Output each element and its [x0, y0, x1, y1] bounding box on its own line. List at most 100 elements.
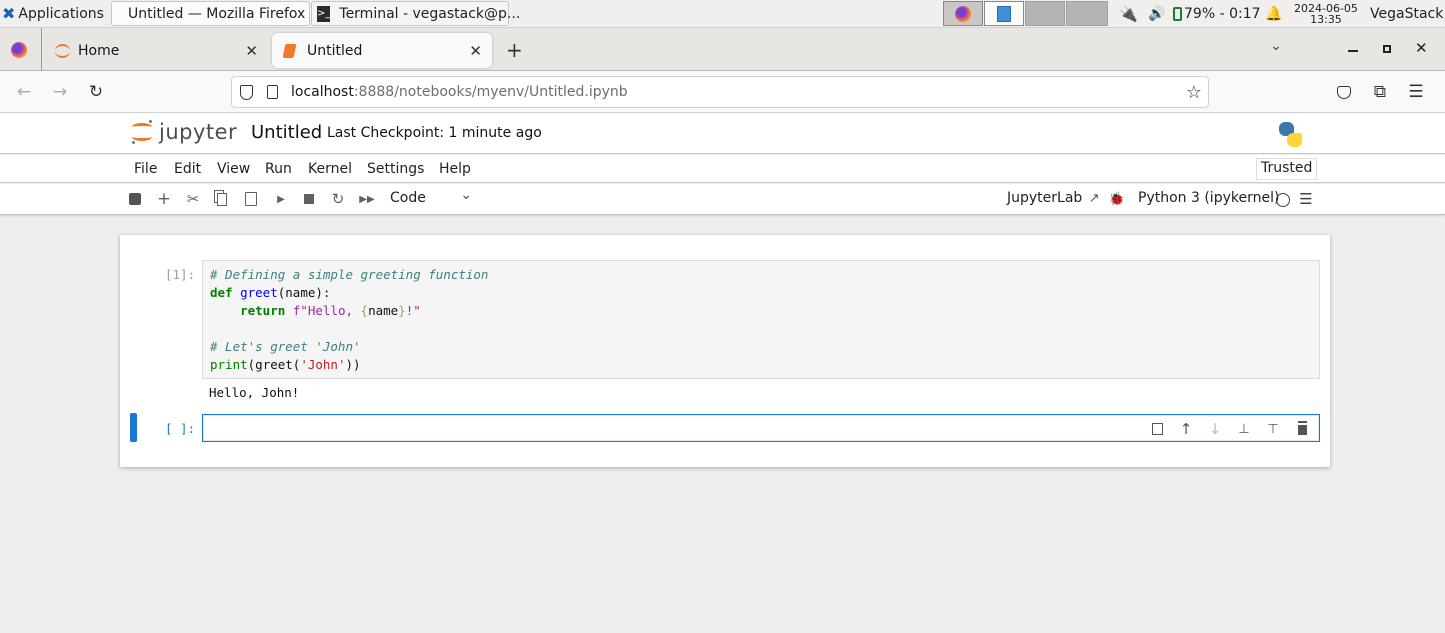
minimize-icon[interactable] [1348, 50, 1358, 52]
reload-icon[interactable]: ↻ [85, 81, 107, 103]
url-text[interactable]: localhost:8888/notebooks/myenv/Untitled.… [291, 84, 628, 100]
xfce-logo-icon: ✖ [2, 4, 16, 23]
restart-run-all-icon[interactable]: ▶▶ [359, 191, 375, 207]
code-token: (name): [277, 285, 331, 300]
menu-settings[interactable]: Settings [367, 161, 424, 177]
copy-icon[interactable] [214, 191, 230, 207]
clock-date: 2024-06-05 [1294, 1, 1358, 15]
chevron-down-icon: ⌄ [460, 187, 472, 203]
bookmark-star-icon[interactable]: ☆ [1186, 82, 1202, 103]
code-editor[interactable]: ↑ ↓ ⊥ ⊤ [202, 414, 1320, 442]
clock-time: 13:35 [1310, 12, 1342, 26]
notebook-icon [282, 43, 297, 58]
external-link-icon: ↗ [1088, 191, 1100, 206]
task-terminal[interactable]: >_ Terminal - vegastack@p... [311, 1, 520, 26]
menu-edit[interactable]: Edit [174, 161, 201, 177]
paste-icon[interactable] [243, 191, 259, 207]
code-editor[interactable]: # Defining a simple greeting function de… [202, 260, 1320, 379]
stop-icon[interactable] [301, 191, 317, 207]
add-cell-icon[interactable]: + [156, 189, 172, 209]
menu-kernel[interactable]: Kernel [308, 161, 352, 177]
page-icon[interactable] [267, 85, 278, 99]
restart-icon[interactable]: ↻ [330, 190, 346, 208]
menu-file[interactable]: File [134, 161, 157, 177]
jupyter-logo[interactable]: jupyter [131, 120, 237, 144]
code-line: print(greet('John')) [210, 357, 361, 372]
task-firefox[interactable]: Untitled — Mozilla Firefox [111, 1, 310, 26]
trusted-indicator[interactable]: Trusted [1256, 158, 1318, 180]
browser-tab-strip: Home ✕ Untitled ✕ + ⌄ ✕ [0, 28, 1445, 71]
save-icon[interactable] [127, 191, 143, 207]
terminal-icon: >_ [317, 5, 331, 22]
workspace-3[interactable] [1025, 1, 1065, 26]
execution-count-prompt: [1]: [165, 267, 196, 282]
insert-below-icon[interactable]: ⊤ [1265, 421, 1281, 437]
workspace-2[interactable] [984, 1, 1024, 26]
battery-indicator[interactable]: 79% - 0:17 [1173, 1, 1261, 26]
document-icon [997, 6, 1011, 22]
code-line: # Defining a simple greeting function [210, 267, 489, 282]
jupyter-logo-text: jupyter [159, 120, 238, 144]
execution-count-prompt: [ ]: [165, 421, 196, 436]
pocket-icon[interactable] [1333, 81, 1355, 103]
move-up-icon[interactable]: ↑ [1178, 420, 1194, 438]
forward-icon[interactable]: → [49, 81, 71, 103]
tab-home[interactable]: Home ✕ [44, 33, 268, 68]
list-all-tabs-icon[interactable]: ⌄ [1270, 38, 1282, 54]
close-window-icon[interactable]: ✕ [1415, 39, 1428, 57]
workspace-4[interactable] [1066, 1, 1108, 26]
firefox-icon [955, 6, 971, 22]
duplicate-cell-icon[interactable] [1149, 421, 1165, 437]
new-tab-icon[interactable]: + [506, 38, 523, 62]
volume-icon[interactable]: 🔊 [1148, 1, 1165, 26]
code-line: def greet(name): [210, 285, 330, 300]
kernel-menu-icon[interactable]: ☰ [1298, 190, 1314, 208]
jupyter-icon [55, 43, 70, 58]
battery-icon [1173, 6, 1182, 21]
clock[interactable]: 2024-06-05 13:35 [1294, 1, 1358, 26]
close-tab-icon[interactable]: ✕ [469, 42, 482, 60]
shield-icon[interactable] [240, 84, 253, 100]
cut-icon[interactable]: ✂ [185, 190, 201, 208]
jupyter-logo-icon [131, 120, 153, 144]
menu-help[interactable]: Help [439, 161, 471, 177]
close-tab-icon[interactable]: ✕ [245, 42, 258, 60]
menu-view[interactable]: View [217, 161, 250, 177]
firefox-view-icon[interactable] [11, 42, 27, 58]
kernel-name[interactable]: Python 3 (ipykernel) [1138, 190, 1279, 206]
tab-untitled[interactable]: Untitled ✕ [272, 33, 492, 68]
insert-above-icon[interactable]: ⊥ [1236, 421, 1252, 437]
applications-menu[interactable]: ✖ Applications ⋮ [2, 1, 121, 26]
maximize-icon[interactable] [1383, 45, 1391, 53]
app-menu-icon[interactable]: ☰ [1405, 81, 1427, 103]
back-icon[interactable]: ← [13, 81, 35, 103]
cell-type-select[interactable]: Code ⌄ [390, 187, 474, 210]
brace: { [360, 303, 369, 318]
user-menu[interactable]: VegaStack [1370, 1, 1443, 26]
code-token: )) [345, 357, 361, 372]
builtin: print [210, 357, 248, 372]
delete-cell-icon[interactable] [1294, 421, 1310, 437]
url-bar[interactable]: localhost:8888/notebooks/myenv/Untitled.… [231, 76, 1209, 108]
debugger-bug-icon[interactable]: 🐞 [1109, 191, 1125, 207]
active-cell-indicator [130, 413, 137, 442]
notification-bell-icon[interactable]: 🔔 [1265, 1, 1282, 26]
code-line: return f"Hello, {name}!" [210, 303, 421, 318]
extensions-icon[interactable]: ⧉ [1369, 81, 1391, 103]
string: 'John' [300, 357, 346, 372]
code-token: (greet( [247, 357, 301, 372]
move-down-icon[interactable]: ↓ [1207, 420, 1223, 438]
code-line: # Let's greet 'John' [210, 339, 361, 354]
tab-label: Untitled [307, 42, 363, 59]
cell-type-value: Code [390, 190, 426, 206]
menu-run[interactable]: Run [265, 161, 292, 177]
run-icon[interactable]: ▶ [273, 191, 289, 207]
battery-text: 79% - 0:17 [1184, 5, 1261, 22]
network-icon[interactable]: 🔌 [1119, 1, 1138, 26]
open-jupyterlab-link[interactable]: JupyterLab ↗ [1007, 190, 1100, 206]
notebook-panel: [1]: # Defining a simple greeting functi… [120, 235, 1330, 467]
notebook-toolbar: + ✂ ▶ ↻ ▶▶ Code ⌄ JupyterLab ↗ 🐞 Python … [0, 184, 1445, 215]
notebook-title[interactable]: Untitled [251, 122, 322, 143]
task-label: Terminal - vegastack@p... [339, 5, 521, 22]
workspace-1[interactable] [943, 1, 983, 26]
